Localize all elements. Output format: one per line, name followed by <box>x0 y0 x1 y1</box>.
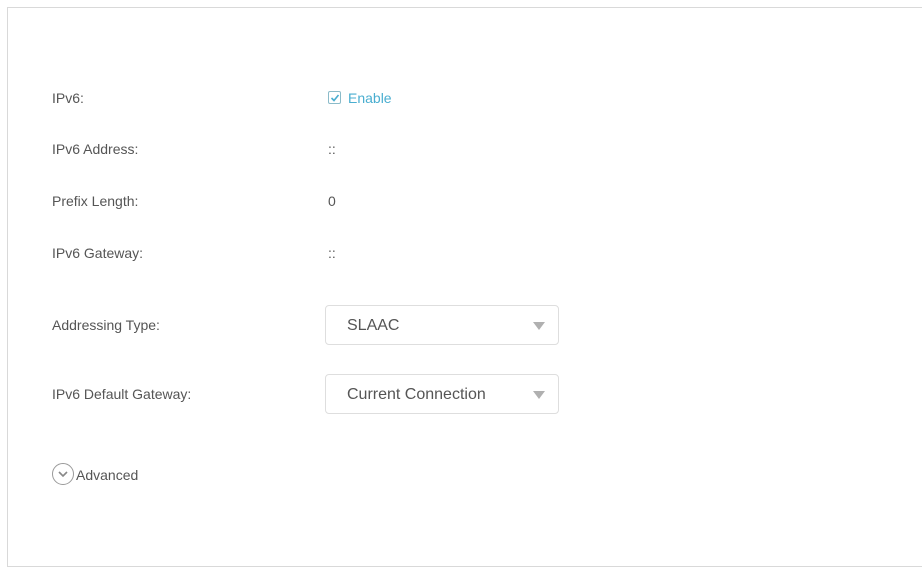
ipv6-label: IPv6: <box>52 90 84 106</box>
checkmark-icon <box>330 94 340 102</box>
ipv6-address-row: IPv6 Address: :: <box>52 139 652 179</box>
ipv6-enable-checkbox[interactable] <box>328 91 341 104</box>
prefix-length-row: Prefix Length: 0 <box>52 191 652 231</box>
default-gateway-select[interactable]: Current Connection <box>325 374 559 414</box>
addressing-type-label: Addressing Type: <box>52 317 160 333</box>
ipv6-settings-panel: IPv6: Enable IPv6 Address: :: Prefix Len… <box>7 7 922 567</box>
default-gateway-label: IPv6 Default Gateway: <box>52 386 192 402</box>
ipv6-address-label: IPv6 Address: <box>52 141 139 157</box>
triangle-down-icon <box>533 322 545 330</box>
addressing-type-select[interactable]: SLAAC <box>325 305 559 345</box>
ipv6-row: IPv6: Enable <box>52 88 652 128</box>
addressing-type-selected: SLAAC <box>347 317 400 334</box>
ipv6-gateway-label: IPv6 Gateway: <box>52 245 144 261</box>
ipv6-address-value: :: <box>328 141 336 157</box>
ipv6-gateway-row: IPv6 Gateway: :: <box>52 243 652 283</box>
triangle-down-icon <box>533 391 545 399</box>
addressing-type-row: Addressing Type: SLAAC <box>52 305 652 345</box>
chevron-down-circle-icon <box>52 463 74 485</box>
prefix-length-label: Prefix Length: <box>52 193 139 209</box>
default-gateway-row: IPv6 Default Gateway: Current Connection <box>52 374 652 414</box>
ipv6-enable-label[interactable]: Enable <box>348 88 392 108</box>
prefix-length-value: 0 <box>328 193 336 209</box>
advanced-label: Advanced <box>76 467 139 483</box>
default-gateway-selected: Current Connection <box>347 386 486 403</box>
ipv6-gateway-value: :: <box>328 245 336 261</box>
